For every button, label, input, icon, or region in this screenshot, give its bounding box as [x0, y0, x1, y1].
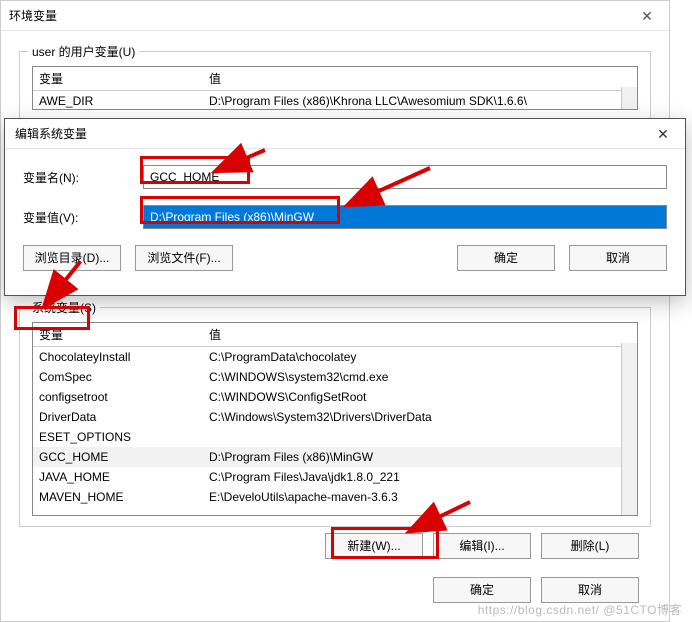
- close-icon[interactable]: ✕: [625, 1, 669, 31]
- table-row[interactable]: ChocolateyInstallC:\ProgramData\chocolat…: [33, 347, 637, 367]
- var-name-cell: ChocolateyInstall: [33, 347, 203, 367]
- edit-system-var-dialog: 编辑系统变量 ✕ 变量名(N): 变量值(V): 浏览目录(D)... 浏览文件…: [4, 118, 686, 296]
- system-vars-table[interactable]: 变量 值 ChocolateyInstallC:\ProgramData\cho…: [32, 322, 638, 516]
- var-value-cell: C:\Windows\System32\Drivers\DriverData: [203, 407, 637, 427]
- var-name-cell: JAVA_HOME: [33, 467, 203, 487]
- var-value-label: 变量值(V):: [23, 209, 143, 226]
- var-name-cell: AWE_DIR: [33, 91, 203, 110]
- delete-button[interactable]: 删除(L): [541, 533, 639, 559]
- var-name-cell: ESET_OPTIONS: [33, 427, 203, 447]
- var-value-cell: D:\Program Files (x86)\MinGW: [203, 447, 637, 467]
- var-value-cell: C:\ProgramData\chocolatey: [203, 347, 637, 367]
- watermark: https://blog.csdn.net/ @51CTO博客: [478, 601, 682, 618]
- table-row[interactable]: JAVA_HOMEC:\Program Files\Java\jdk1.8.0_…: [33, 467, 637, 487]
- edit-dialog-title: 编辑系统变量: [5, 119, 685, 149]
- var-name-cell: GCC_HOME: [33, 447, 203, 467]
- new-button[interactable]: 新建(W)...: [325, 533, 423, 559]
- table-row[interactable]: AWE_DIRD:\Program Files (x86)\Khrona LLC…: [33, 91, 637, 110]
- var-name-label: 变量名(N):: [23, 169, 143, 186]
- var-name-cell: MAVEN_HOME: [33, 487, 203, 507]
- var-name-input[interactable]: [143, 165, 667, 189]
- var-value-cell: [203, 427, 637, 447]
- env-title: 环境变量: [1, 1, 669, 31]
- var-value-cell: E:\DeveloUtils\apache-maven-3.6.3: [203, 487, 637, 507]
- edit-ok-button[interactable]: 确定: [457, 245, 555, 271]
- user-vars-label: user 的用户变量(U): [28, 43, 139, 60]
- table-row[interactable]: MAVEN_HOMEE:\DeveloUtils\apache-maven-3.…: [33, 487, 637, 507]
- env-vars-dialog: 环境变量 ✕ user 的用户变量(U) 变量 值 AWE_DIRD:\Prog…: [0, 0, 670, 622]
- user-vars-group: user 的用户变量(U) 变量 值 AWE_DIRD:\Program Fil…: [19, 51, 651, 121]
- table-row[interactable]: ESET_OPTIONS: [33, 427, 637, 447]
- system-vars-label: 系统变量(S): [28, 299, 100, 316]
- var-value-cell: C:\WINDOWS\ConfigSetRoot: [203, 387, 637, 407]
- var-value-input[interactable]: [143, 205, 667, 229]
- var-name-cell: ComSpec: [33, 367, 203, 387]
- edit-cancel-button[interactable]: 取消: [569, 245, 667, 271]
- col-value[interactable]: 值: [203, 67, 637, 90]
- table-row[interactable]: configsetrootC:\WINDOWS\ConfigSetRoot: [33, 387, 637, 407]
- cancel-button[interactable]: 取消: [541, 577, 639, 603]
- browse-file-button[interactable]: 浏览文件(F)...: [135, 245, 233, 271]
- system-vars-group: 系统变量(S) 变量 值 ChocolateyInstallC:\Program…: [19, 307, 651, 527]
- var-value-cell: D:\Program Files (x86)\Khrona LLC\Awesom…: [203, 91, 637, 110]
- var-name-cell: configsetroot: [33, 387, 203, 407]
- ok-button[interactable]: 确定: [433, 577, 531, 603]
- browse-dir-button[interactable]: 浏览目录(D)...: [23, 245, 121, 271]
- scrollbar[interactable]: [621, 343, 637, 515]
- edit-button[interactable]: 编辑(I)...: [433, 533, 531, 559]
- table-row[interactable]: GCC_HOMED:\Program Files (x86)\MinGW: [33, 447, 637, 467]
- col-name[interactable]: 变量: [33, 67, 203, 90]
- scrollbar[interactable]: [621, 87, 637, 109]
- col-name[interactable]: 变量: [33, 323, 203, 346]
- close-icon[interactable]: ✕: [641, 119, 685, 149]
- var-value-cell: C:\WINDOWS\system32\cmd.exe: [203, 367, 637, 387]
- user-vars-table[interactable]: 变量 值 AWE_DIRD:\Program Files (x86)\Khron…: [32, 66, 638, 110]
- col-value[interactable]: 值: [203, 323, 637, 346]
- var-name-cell: DriverData: [33, 407, 203, 427]
- table-row[interactable]: DriverDataC:\Windows\System32\Drivers\Dr…: [33, 407, 637, 427]
- var-value-cell: C:\Program Files\Java\jdk1.8.0_221: [203, 467, 637, 487]
- table-row[interactable]: ComSpecC:\WINDOWS\system32\cmd.exe: [33, 367, 637, 387]
